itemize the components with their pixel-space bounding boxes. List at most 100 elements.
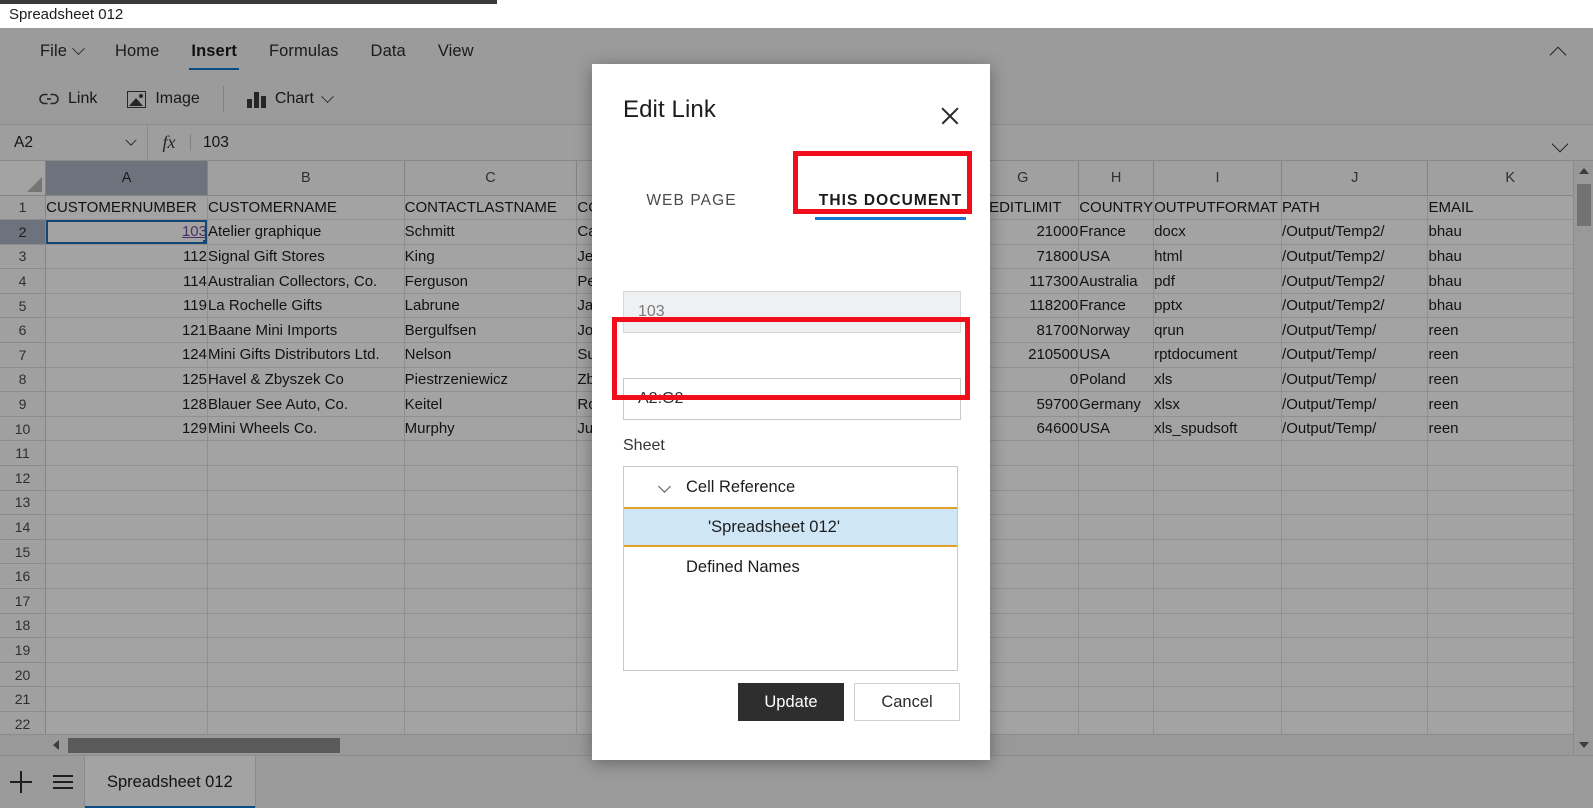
cell-A7[interactable]: 124 bbox=[45, 342, 208, 368]
cell-B13[interactable] bbox=[207, 490, 405, 516]
cell-A11[interactable] bbox=[45, 440, 208, 467]
update-button[interactable]: Update bbox=[738, 683, 844, 721]
column-header-A[interactable]: A bbox=[45, 161, 208, 196]
cell-H18[interactable] bbox=[1078, 613, 1155, 639]
cell-J22[interactable] bbox=[1281, 711, 1429, 737]
cell-H8[interactable]: Poland bbox=[1078, 367, 1155, 393]
cell-K18[interactable] bbox=[1427, 613, 1593, 639]
cell-H19[interactable] bbox=[1078, 637, 1155, 663]
cell-I20[interactable] bbox=[1153, 662, 1283, 688]
cell-I7[interactable]: rptdocument bbox=[1153, 342, 1283, 368]
cell-C2[interactable]: Schmitt bbox=[404, 219, 578, 245]
cell-A5[interactable]: 119 bbox=[45, 293, 208, 319]
column-header-J[interactable]: J bbox=[1281, 161, 1429, 196]
row-header-7[interactable]: 7 bbox=[0, 342, 47, 368]
cell-B22[interactable] bbox=[207, 711, 405, 737]
cell-J7[interactable]: /Output/Temp/ bbox=[1281, 342, 1429, 368]
cell-A12[interactable] bbox=[45, 465, 208, 491]
cell-I19[interactable] bbox=[1153, 637, 1283, 663]
cell-K13[interactable] bbox=[1427, 490, 1593, 516]
cell-A16[interactable] bbox=[45, 563, 208, 589]
cell-A15[interactable] bbox=[45, 539, 208, 565]
cell-C4[interactable]: Ferguson bbox=[404, 268, 578, 294]
cell-H7[interactable]: USA bbox=[1078, 342, 1155, 368]
cell-B21[interactable] bbox=[207, 686, 405, 712]
all-sheets-button[interactable] bbox=[42, 756, 84, 808]
cell-B3[interactable]: Signal Gift Stores bbox=[207, 244, 405, 270]
row-header-14[interactable]: 14 bbox=[0, 514, 47, 540]
cell-A2[interactable]: 103 bbox=[45, 219, 208, 245]
tab-web-page[interactable]: WEB PAGE bbox=[592, 160, 791, 242]
cell-A10[interactable]: 129 bbox=[45, 416, 208, 442]
cell-C22[interactable] bbox=[404, 711, 578, 737]
row-header-9[interactable]: 9 bbox=[0, 391, 47, 417]
cell-A19[interactable] bbox=[45, 637, 208, 663]
cell-B9[interactable]: Blauer See Auto, Co. bbox=[207, 391, 405, 417]
insert-image-button[interactable]: Image bbox=[112, 81, 214, 117]
cell-I5[interactable]: pptx bbox=[1153, 293, 1283, 319]
cell-J9[interactable]: /Output/Temp/ bbox=[1281, 391, 1429, 417]
row-header-10[interactable]: 10 bbox=[0, 416, 47, 442]
cell-K21[interactable] bbox=[1427, 686, 1593, 712]
cell-A14[interactable] bbox=[45, 514, 208, 540]
cell-C8[interactable]: Piestrzeniewicz bbox=[404, 367, 578, 393]
cell-H2[interactable]: France bbox=[1078, 219, 1155, 245]
row-header-19[interactable]: 19 bbox=[0, 637, 47, 663]
cell-B15[interactable] bbox=[207, 539, 405, 565]
cell-J3[interactable]: /Output/Temp2/ bbox=[1281, 244, 1429, 270]
cell-A4[interactable]: 114 bbox=[45, 268, 208, 294]
row-header-15[interactable]: 15 bbox=[0, 539, 47, 565]
cell-I4[interactable]: pdf bbox=[1153, 268, 1283, 294]
cell-I21[interactable] bbox=[1153, 686, 1283, 712]
cell-K6[interactable]: reen bbox=[1427, 317, 1593, 344]
add-sheet-button[interactable] bbox=[0, 756, 42, 808]
cell-J19[interactable] bbox=[1281, 637, 1429, 663]
cell-J12[interactable] bbox=[1281, 465, 1429, 491]
cell-C21[interactable] bbox=[404, 686, 578, 712]
column-header-B[interactable]: B bbox=[207, 161, 405, 196]
insert-chart-button[interactable]: Chart bbox=[232, 81, 347, 117]
cell-I17[interactable] bbox=[1153, 588, 1283, 614]
cell-I3[interactable]: html bbox=[1153, 244, 1283, 270]
row-header-11[interactable]: 11 bbox=[0, 440, 47, 467]
cell-B10[interactable]: Mini Wheels Co. bbox=[207, 416, 405, 442]
row-header-8[interactable]: 8 bbox=[0, 367, 47, 393]
cell-J13[interactable] bbox=[1281, 490, 1429, 516]
cell-C13[interactable] bbox=[404, 490, 578, 516]
column-header-I[interactable]: I bbox=[1153, 161, 1283, 196]
column-header-K[interactable]: K bbox=[1427, 161, 1593, 196]
cell-H3[interactable]: USA bbox=[1078, 244, 1155, 270]
cell-I11[interactable] bbox=[1153, 440, 1283, 467]
cell-C6[interactable]: Bergulfsen bbox=[404, 317, 578, 344]
cell-K14[interactable] bbox=[1427, 514, 1593, 540]
cell-K2[interactable]: bhau bbox=[1427, 219, 1593, 245]
row-header-16[interactable]: 16 bbox=[0, 563, 47, 589]
row-header-21[interactable]: 21 bbox=[0, 686, 47, 712]
cell-A17[interactable] bbox=[45, 588, 208, 614]
cell-H14[interactable] bbox=[1078, 514, 1155, 540]
cell-A22[interactable] bbox=[45, 711, 208, 737]
cell-H21[interactable] bbox=[1078, 686, 1155, 712]
cell-J16[interactable] bbox=[1281, 563, 1429, 589]
cell-I1[interactable]: OUTPUTFORMAT bbox=[1153, 195, 1283, 221]
vertical-scrollbar[interactable] bbox=[1573, 161, 1593, 755]
cell-C18[interactable] bbox=[404, 613, 578, 639]
cell-K19[interactable] bbox=[1427, 637, 1593, 663]
cell-B1[interactable]: CUSTOMERNAME bbox=[207, 195, 405, 221]
cell-B12[interactable] bbox=[207, 465, 405, 491]
close-icon[interactable] bbox=[932, 98, 968, 134]
cell-I8[interactable]: xls bbox=[1153, 367, 1283, 393]
cell-H5[interactable]: France bbox=[1078, 293, 1155, 319]
row-header-22[interactable]: 22 bbox=[0, 711, 47, 737]
cell-C14[interactable] bbox=[404, 514, 578, 540]
row-header-13[interactable]: 13 bbox=[0, 490, 47, 516]
cell-H22[interactable] bbox=[1078, 711, 1155, 737]
column-header-H[interactable]: H bbox=[1078, 161, 1155, 196]
vertical-scrollbar-thumb[interactable] bbox=[1577, 184, 1591, 226]
cell-K9[interactable]: reen bbox=[1427, 391, 1593, 417]
cell-A21[interactable] bbox=[45, 686, 208, 712]
cell-K7[interactable]: reen bbox=[1427, 342, 1593, 368]
cell-H15[interactable] bbox=[1078, 539, 1155, 565]
cell-A13[interactable] bbox=[45, 490, 208, 516]
cell-I12[interactable] bbox=[1153, 465, 1283, 491]
